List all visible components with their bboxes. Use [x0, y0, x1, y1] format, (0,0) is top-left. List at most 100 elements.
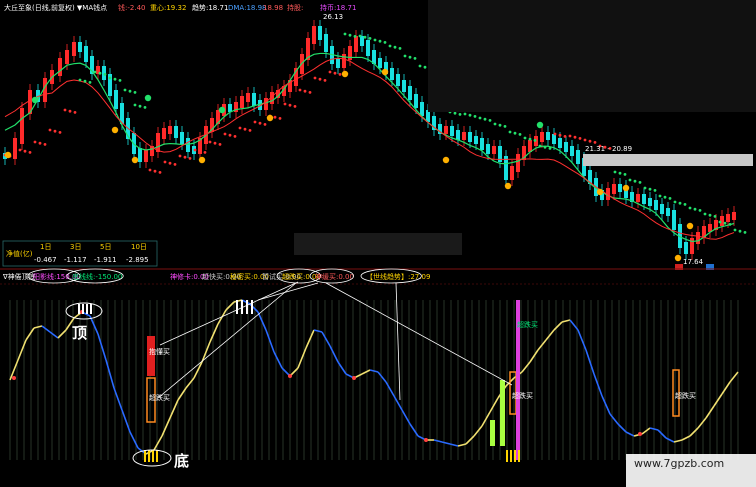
candle-body [480, 138, 484, 150]
trail-dot [393, 45, 397, 49]
candle-body [642, 194, 646, 204]
trail-dot [258, 121, 262, 125]
candle-body [156, 133, 160, 152]
candle-body [648, 198, 652, 206]
trail-dot [463, 112, 467, 116]
candle-body [456, 130, 460, 140]
signal-marker-icon [442, 156, 450, 164]
trail-dot [273, 115, 277, 119]
oscillator-dot [424, 438, 428, 442]
indicator-values: 阳影线:150.00底线线:-150.00 神修卡:0.00赶快买:0.00秘密买… [27, 268, 430, 284]
candle-body [552, 134, 556, 144]
trail-dot [223, 132, 227, 136]
trail-dot [718, 220, 722, 224]
trail-dot [528, 137, 532, 141]
trail-dot [668, 197, 672, 200]
oscillator-segment [577, 329, 587, 351]
candle-body [618, 184, 622, 192]
trail-dot [213, 141, 217, 145]
trail-dot [93, 70, 97, 74]
candle-body [726, 214, 730, 222]
oscillator-segment [265, 329, 275, 353]
trail-dot [628, 178, 632, 182]
trail-dot [573, 135, 577, 139]
trail-dot [728, 223, 732, 226]
trail-dot [263, 123, 267, 126]
trail-dot [203, 151, 207, 154]
trail-dot [358, 34, 362, 38]
candle-body [612, 184, 616, 194]
trail-dot [383, 41, 387, 44]
trail-dot [293, 105, 297, 108]
empty-area [428, 0, 756, 112]
oscillator-segment [521, 361, 531, 373]
candle-body [510, 166, 514, 180]
trail-dot [343, 32, 347, 36]
indicator-panel[interactable]: ∇神倦顶底 阳影线:150.00底线线:-150.00 神修卡:0.00赶快买:0… [2, 268, 756, 487]
trail-dot [123, 88, 127, 92]
candle-body [72, 42, 76, 56]
indicator-item-8: 【世线趋势】:27.09 [366, 272, 430, 281]
trail-dot [153, 169, 157, 173]
trail-dot [113, 77, 117, 81]
trail-dot [353, 35, 357, 38]
candle-body [516, 154, 520, 172]
stats-header-4: 10日 [131, 243, 147, 251]
oscillator-segment [689, 427, 699, 437]
candle-body [186, 138, 190, 152]
top-stripe [246, 300, 248, 314]
candle-body [102, 66, 106, 80]
trail-dot [158, 171, 162, 174]
trail-dot [168, 161, 172, 165]
buy-label-3: 超跌买 [512, 391, 533, 400]
arrow-3 [257, 282, 319, 301]
range-label: 21.31 - 20.89 [585, 145, 632, 153]
candle-body [378, 58, 382, 68]
trail-dot [38, 141, 42, 145]
trail-dot [228, 133, 232, 137]
candle-body [360, 36, 364, 46]
buy-label-1: 抱懂买 [149, 347, 170, 356]
bottom-stripe [510, 450, 512, 462]
trail-dot [593, 141, 597, 144]
candle-body [252, 93, 256, 106]
candle-body [174, 126, 178, 138]
trail-dot [173, 163, 177, 166]
candle-body [78, 42, 82, 52]
candle-body [576, 150, 580, 164]
oscillator-segment [49, 331, 59, 339]
stats-table: 净值(亿) 1日 3日 5日 10日 -0.467 -1.117 -1.911 … [2, 240, 158, 267]
signal-marker-icon [622, 184, 630, 192]
candle-body [180, 132, 184, 144]
trail-dot [313, 76, 317, 80]
signal-marker-icon [536, 121, 544, 129]
oscillator-segment [473, 425, 483, 437]
trail-dot [48, 128, 52, 132]
chart-canvas[interactable]: 大丘至象(日线,前复权) ▼MA钱点 钱:-2.40 重心:19.32 趋势:18.… [0, 0, 756, 487]
trail-dot [653, 189, 657, 192]
trail-dot [543, 145, 547, 149]
trail-dot [128, 89, 132, 93]
oscillator-segment [305, 329, 315, 349]
stats-header-1: 1日 [40, 243, 51, 251]
trail-dot [623, 173, 627, 176]
oscillator-segment [321, 331, 331, 347]
trail-dot [233, 135, 237, 138]
chart-title: 大丘至象(日线,前复权) ▼MA钱点 [4, 3, 107, 12]
trail-dot [683, 203, 687, 206]
price-panel[interactable]: 大丘至象(日线,前复权) ▼MA钱点 钱:-2.40 重心:19.32 趋势:18.… [2, 0, 756, 270]
oscillator-dot [638, 432, 642, 436]
signal-box-red [147, 336, 155, 376]
signal-bar-green [500, 380, 505, 446]
top-label: 顶 [72, 324, 87, 342]
trail-dot [578, 137, 582, 140]
trail-dot [533, 139, 537, 142]
candle-body [168, 126, 172, 134]
oscillator-segment [409, 423, 419, 437]
trail-dot [478, 116, 482, 120]
candle-body [558, 138, 562, 148]
candle-body [672, 210, 676, 230]
trail-dot [288, 103, 292, 107]
oscillator-segment [313, 329, 323, 333]
candle-body [396, 74, 400, 86]
